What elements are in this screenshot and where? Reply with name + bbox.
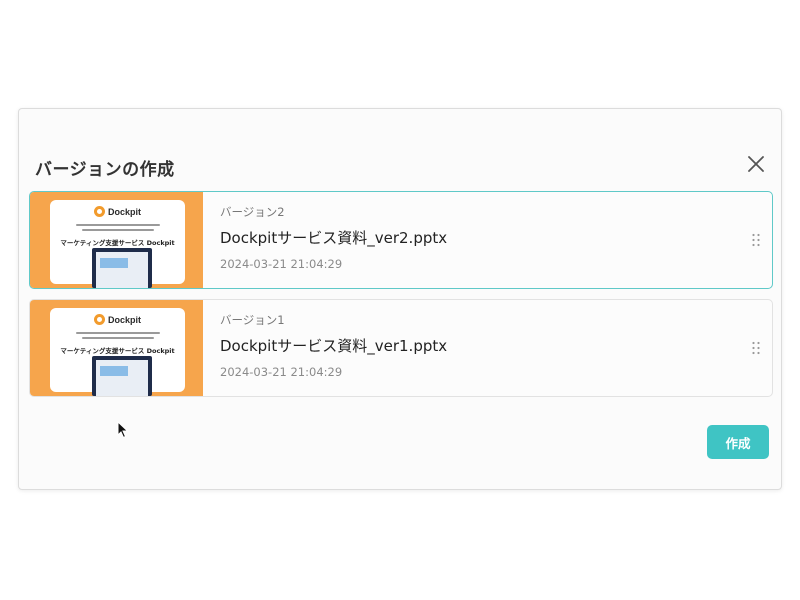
- drag-handle-icon[interactable]: [751, 340, 761, 356]
- timestamp: 2024-03-21 21:04:29: [220, 365, 343, 379]
- version-label: バージョン2: [220, 205, 285, 219]
- slide-headline: マーケティング支援サービス Dockpit: [60, 347, 175, 355]
- close-icon[interactable]: [745, 153, 767, 175]
- slide-text-line: [82, 337, 154, 339]
- dockpit-logo: Dockpit: [94, 314, 141, 325]
- logo-text: Dockpit: [108, 314, 142, 325]
- dockpit-logo: Dockpit: [94, 206, 141, 217]
- laptop-image: [92, 356, 152, 396]
- version-label: バージョン1: [220, 313, 285, 327]
- slide-text-line: [76, 332, 160, 334]
- create-version-dialog: バージョンの作成 Dockpit マーケティング支援サービス Dockpit バ…: [18, 108, 782, 490]
- file-name: Dockpitサービス資料_ver2.pptx: [220, 229, 448, 247]
- slide-thumbnail: Dockpit マーケティング支援サービス Dockpit: [30, 192, 203, 288]
- slide-text-line: [76, 224, 160, 226]
- version-card-2[interactable]: Dockpit マーケティング支援サービス Dockpit バージョン2 Doc…: [29, 191, 773, 289]
- dialog-title: バージョンの作成: [35, 160, 175, 180]
- slide-headline: マーケティング支援サービス Dockpit: [60, 239, 175, 247]
- slide-thumbnail: Dockpit マーケティング支援サービス Dockpit: [30, 300, 203, 396]
- mouse-cursor-icon: [117, 420, 129, 439]
- version-info: バージョン2 Dockpitサービス資料_ver2.pptx 2024-03-2…: [220, 192, 732, 288]
- version-info: バージョン1 Dockpitサービス資料_ver1.pptx 2024-03-2…: [220, 300, 732, 396]
- laptop-image: [92, 248, 152, 288]
- dockpit-logo-icon: [94, 206, 105, 217]
- dockpit-logo-icon: [94, 314, 105, 325]
- file-name: Dockpitサービス資料_ver1.pptx: [220, 337, 448, 355]
- timestamp: 2024-03-21 21:04:29: [220, 257, 343, 271]
- create-button[interactable]: 作成: [707, 425, 769, 459]
- drag-handle-icon[interactable]: [751, 232, 761, 248]
- slide-preview: Dockpit マーケティング支援サービス Dockpit: [50, 200, 185, 288]
- version-card-1[interactable]: Dockpit マーケティング支援サービス Dockpit バージョン1 Doc…: [29, 299, 773, 397]
- slide-text-line: [82, 229, 154, 231]
- slide-preview: Dockpit マーケティング支援サービス Dockpit: [50, 308, 185, 396]
- logo-text: Dockpit: [108, 206, 142, 217]
- version-list: Dockpit マーケティング支援サービス Dockpit バージョン2 Doc…: [29, 191, 773, 407]
